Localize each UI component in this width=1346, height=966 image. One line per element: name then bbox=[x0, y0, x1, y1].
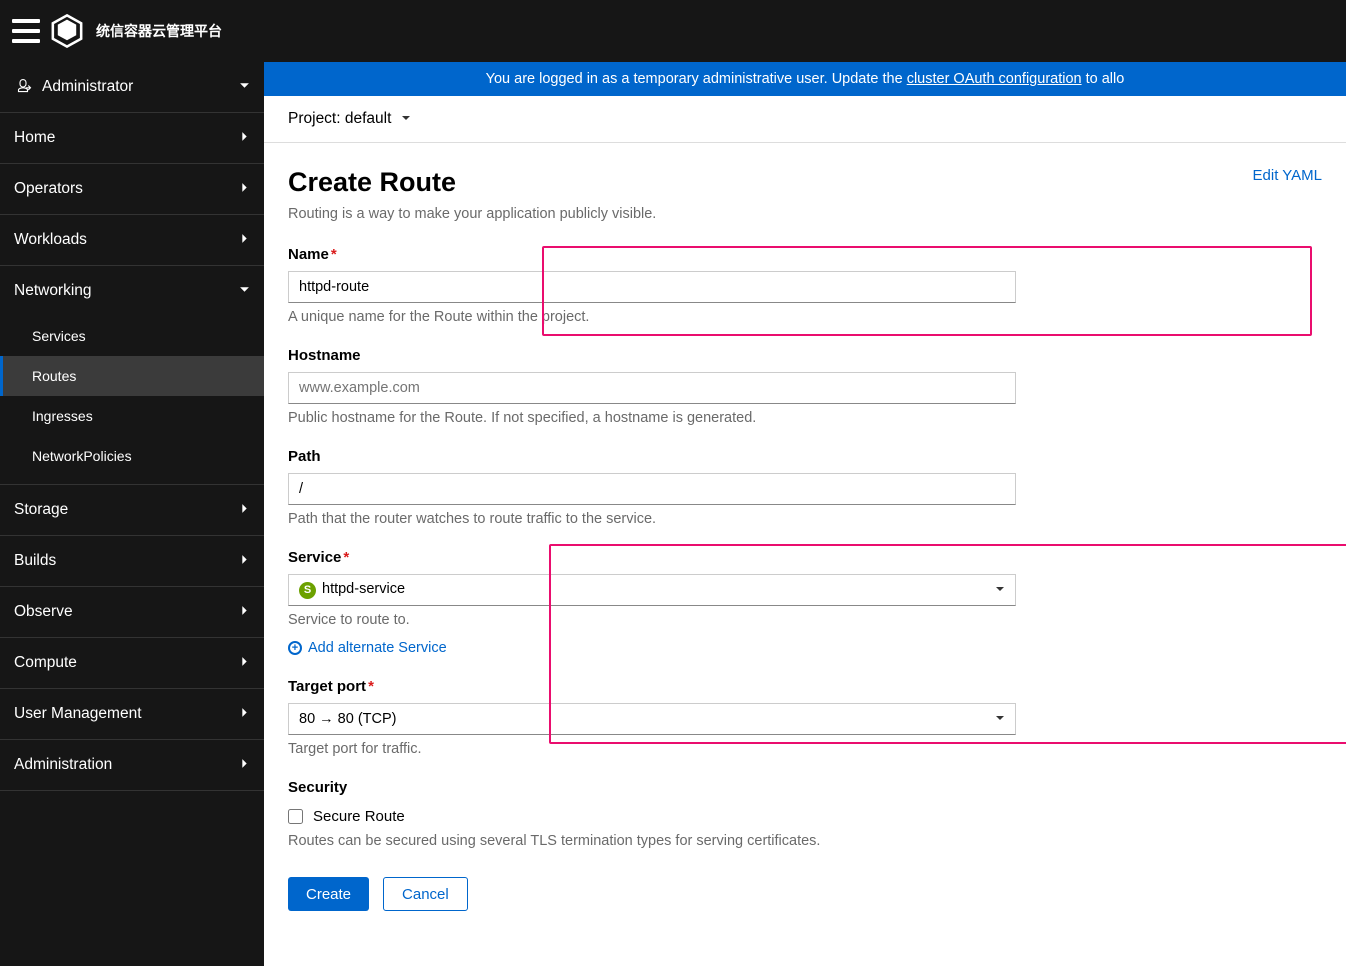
form-group-service: Service* Shttpd-service Service to route… bbox=[288, 549, 1322, 628]
path-help: Path that the router watches to route tr… bbox=[288, 511, 1322, 527]
project-label: Project: bbox=[288, 110, 341, 127]
main-content: You are logged in as a temporary adminis… bbox=[264, 62, 1346, 966]
chevron-right-icon bbox=[239, 756, 250, 774]
form-group-path: Path Path that the router watches to rou… bbox=[288, 448, 1322, 527]
chevron-right-icon bbox=[239, 231, 250, 249]
nav-child-ingresses[interactable]: Ingresses bbox=[0, 396, 264, 436]
secure-route-checkbox[interactable] bbox=[288, 809, 303, 824]
security-help: Routes can be secured using several TLS … bbox=[288, 833, 1322, 849]
name-label: Name* bbox=[288, 246, 1322, 263]
nav-item-networking[interactable]: Networking bbox=[0, 266, 264, 316]
chevron-right-icon bbox=[239, 654, 250, 672]
target-port-select[interactable]: 80 → 80 (TCP) bbox=[288, 703, 1016, 735]
service-label: Service* bbox=[288, 549, 1322, 566]
name-help: A unique name for the Route within the p… bbox=[288, 309, 1322, 325]
target-port-label: Target port* bbox=[288, 678, 1322, 695]
chevron-right-icon bbox=[239, 552, 250, 570]
chevron-down-icon bbox=[239, 282, 250, 300]
nav-item-workloads[interactable]: Workloads bbox=[0, 215, 264, 266]
nav-child-networkpolicies[interactable]: NetworkPolicies bbox=[0, 436, 264, 476]
logo-text: 统信容器云管理平台 bbox=[96, 21, 222, 41]
hostname-help: Public hostname for the Route. If not sp… bbox=[288, 410, 1322, 426]
chevron-right-icon bbox=[239, 603, 250, 621]
chevron-right-icon bbox=[239, 129, 250, 147]
service-badge: S bbox=[299, 582, 316, 599]
logo-icon bbox=[50, 14, 84, 48]
nav-item-observe[interactable]: Observe bbox=[0, 587, 264, 638]
nav-item-administration[interactable]: Administration bbox=[0, 740, 264, 791]
hostname-label: Hostname bbox=[288, 347, 1322, 364]
chevron-right-icon bbox=[239, 180, 250, 198]
perspective-label: Administrator bbox=[42, 78, 133, 96]
notice-suffix: to allo bbox=[1082, 71, 1125, 87]
project-value: default bbox=[345, 110, 392, 127]
page-description: Routing is a way to make your applicatio… bbox=[288, 206, 1322, 222]
target-port-help: Target port for traffic. bbox=[288, 741, 1322, 757]
nav-item-user-management[interactable]: User Management bbox=[0, 689, 264, 740]
service-help: Service to route to. bbox=[288, 612, 1322, 628]
chevron-down-icon bbox=[401, 110, 411, 128]
nav-child-services[interactable]: Services bbox=[0, 316, 264, 356]
add-alt-label: Add alternate Service bbox=[308, 640, 447, 656]
name-input[interactable] bbox=[288, 271, 1016, 303]
secure-route-label[interactable]: Secure Route bbox=[313, 808, 405, 825]
form-group-name: Name* A unique name for the Route within… bbox=[288, 246, 1322, 325]
create-button[interactable]: Create bbox=[288, 877, 369, 911]
nav-item-compute[interactable]: Compute bbox=[0, 638, 264, 689]
page-title: Create Route bbox=[288, 167, 456, 198]
notice-prefix: You are logged in as a temporary adminis… bbox=[486, 71, 907, 87]
hamburger-menu[interactable] bbox=[12, 19, 40, 43]
service-select[interactable]: Shttpd-service bbox=[288, 574, 1016, 606]
nav-item-operators[interactable]: Operators bbox=[0, 164, 264, 215]
notice-link[interactable]: cluster OAuth configuration bbox=[907, 71, 1082, 87]
chevron-down-icon bbox=[995, 711, 1005, 727]
edit-yaml-link[interactable]: Edit YAML bbox=[1253, 167, 1322, 184]
chevron-right-icon bbox=[239, 705, 250, 723]
target-port-value: 80 → 80 (TCP) bbox=[299, 711, 397, 727]
form-group-hostname: Hostname Public hostname for the Route. … bbox=[288, 347, 1322, 426]
nav-item-storage[interactable]: Storage bbox=[0, 485, 264, 536]
project-selector[interactable]: Project: default bbox=[264, 96, 1346, 143]
path-input[interactable] bbox=[288, 473, 1016, 505]
plus-circle-icon: + bbox=[288, 641, 302, 655]
chevron-down-icon bbox=[995, 582, 1005, 598]
perspective-switcher[interactable]: Administrator bbox=[0, 62, 264, 113]
chevron-right-icon bbox=[239, 501, 250, 519]
topbar: 统信容器云管理平台 bbox=[0, 0, 1346, 62]
sidebar: Administrator HomeOperatorsWorkloadsNetw… bbox=[0, 62, 264, 966]
form-group-target-port: Target port* 80 → 80 (TCP) Target port f… bbox=[288, 678, 1322, 757]
form-group-security: Security Secure Route Routes can be secu… bbox=[288, 779, 1322, 849]
nav-item-builds[interactable]: Builds bbox=[0, 536, 264, 587]
nav-child-routes[interactable]: Routes bbox=[0, 356, 264, 396]
service-value: httpd-service bbox=[322, 581, 405, 597]
chevron-down-icon bbox=[239, 78, 250, 96]
notice-banner: You are logged in as a temporary adminis… bbox=[264, 62, 1346, 96]
add-alternate-service[interactable]: + Add alternate Service bbox=[288, 640, 1322, 656]
security-label: Security bbox=[288, 779, 1322, 796]
hostname-input[interactable] bbox=[288, 372, 1016, 404]
cancel-button[interactable]: Cancel bbox=[383, 877, 468, 911]
path-label: Path bbox=[288, 448, 1322, 465]
nav-item-home[interactable]: Home bbox=[0, 113, 264, 164]
